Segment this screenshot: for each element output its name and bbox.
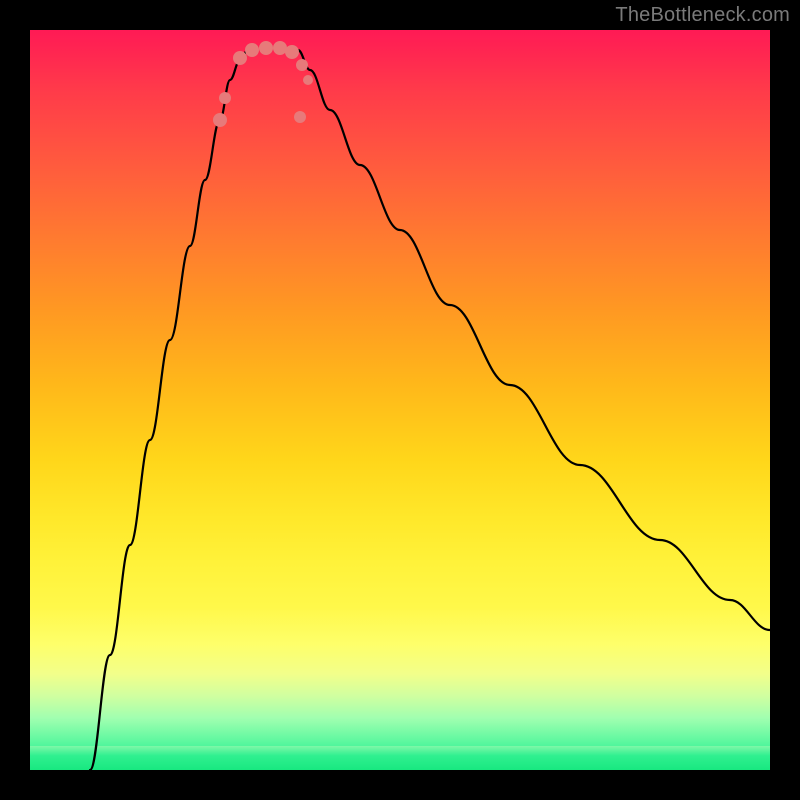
marker-dot-8 [303, 75, 313, 85]
marker-dot-1 [219, 92, 231, 104]
chart-frame: TheBottleneck.com [0, 0, 800, 800]
plot-area [30, 30, 770, 770]
curve-paths [90, 50, 770, 770]
marker-dot-7 [296, 59, 308, 71]
curve-left-branch [90, 50, 248, 770]
curve-right-branch [298, 50, 770, 630]
marker-dot-3 [245, 43, 259, 57]
marker-dot-6 [285, 45, 299, 59]
curve-layer [30, 30, 770, 770]
marker-dot-2 [233, 51, 247, 65]
marker-dot-5 [273, 41, 287, 55]
marker-dot-4 [259, 41, 273, 55]
marker-dot-9 [294, 111, 306, 123]
watermark-text: TheBottleneck.com [615, 4, 790, 27]
marker-dot-0 [213, 113, 227, 127]
